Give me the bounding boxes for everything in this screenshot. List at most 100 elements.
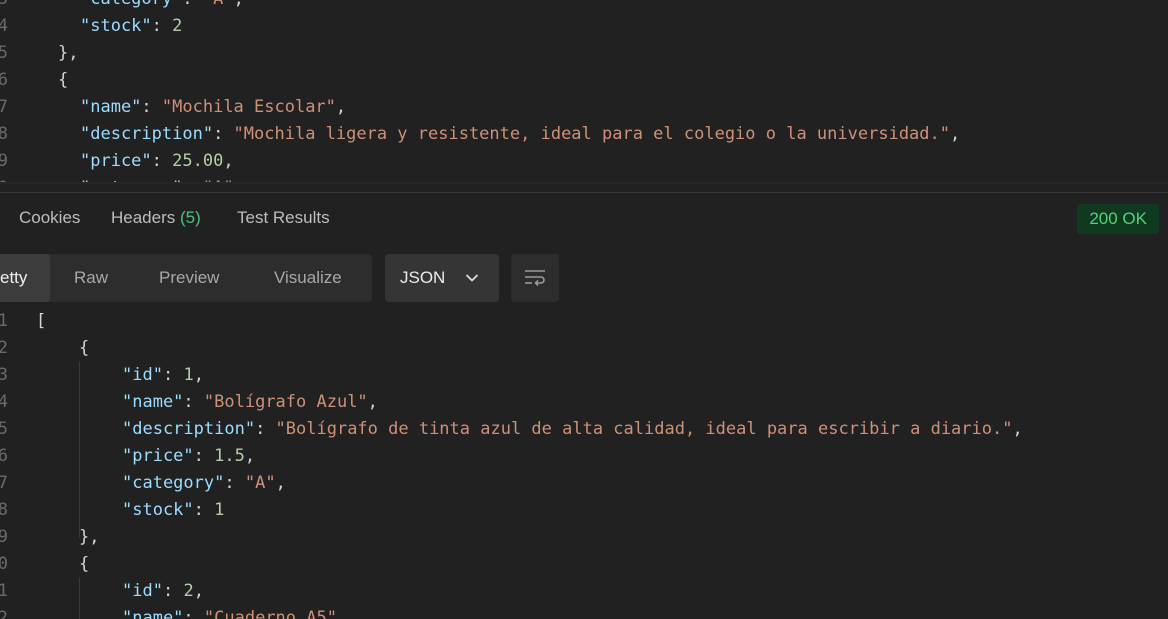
pane-divider[interactable] — [0, 192, 1168, 193]
json-punctuation: : — [182, 0, 202, 9]
code-text: "name": "Mochila Escolar", — [80, 94, 346, 121]
json-number: 2 — [183, 581, 194, 601]
json-bracket: { — [58, 70, 69, 90]
line-number: 8 — [0, 124, 8, 144]
view-mode-group: etty Raw Preview Visualize — [0, 254, 372, 302]
json-string: "Cuaderno A5" — [203, 608, 337, 619]
code-text: "category": "A", — [80, 0, 244, 13]
line-number: 7 — [0, 473, 8, 493]
code-text: "price": 1.5, — [122, 443, 255, 470]
line-number: 7 — [0, 97, 8, 117]
json-string: "Bolígrafo de tinta azul de alta calidad… — [275, 419, 1013, 439]
json-punctuation: , — [193, 365, 204, 385]
json-punctuation: : — [224, 473, 245, 493]
line-number: 0 — [0, 554, 8, 574]
json-punctuation: , — [234, 0, 244, 9]
json-string: "A" — [203, 0, 234, 9]
indent-guide — [79, 362, 80, 538]
code-text: "name": "Cuaderno A5", — [122, 605, 347, 619]
json-key: "price" — [80, 151, 152, 171]
json-bracket: }, — [79, 527, 100, 547]
json-key: "description" — [80, 124, 214, 144]
json-string: "Bolígrafo Azul" — [203, 392, 368, 412]
editor-scroll-edge — [0, 182, 1168, 184]
json-bracket: { — [79, 554, 90, 574]
json-key: "name" — [80, 97, 142, 117]
json-key: "stock" — [80, 16, 152, 36]
view-raw-button[interactable]: Raw — [74, 254, 108, 302]
code-text: }, — [58, 40, 78, 67]
format-select[interactable]: JSON — [385, 254, 499, 302]
line-number: 6 — [0, 446, 8, 466]
json-number: 1 — [183, 365, 194, 385]
line-number: 3 — [0, 365, 8, 385]
code-text: { — [58, 67, 68, 94]
code-text: [ — [36, 308, 46, 335]
view-preview-button[interactable]: Preview — [159, 254, 219, 302]
tab-headers[interactable]: Headers (5) — [111, 208, 201, 228]
json-number: 1.5 — [214, 446, 245, 466]
format-select-value: JSON — [400, 268, 446, 287]
line-number: 1 — [0, 581, 8, 601]
response-tabs: Cookies Headers (5) Test Results — [0, 196, 1168, 240]
json-punctuation: , — [336, 608, 348, 619]
wrap-lines-icon — [525, 270, 545, 287]
indent-guide — [79, 578, 80, 619]
wrap-lines-button[interactable] — [511, 254, 559, 302]
json-punctuation: : — [183, 608, 204, 619]
tab-headers-label: Headers — [111, 208, 176, 227]
json-number: 2 — [172, 16, 183, 36]
response-body-editor[interactable]: 1 [2 {3 "id": 1, 4 "name": "Bolígrafo Azul", 5… — [0, 308, 1168, 619]
line-number: 4 — [0, 392, 8, 412]
json-punctuation: : — [162, 365, 184, 385]
view-pretty-label: etty — [0, 268, 28, 287]
json-number: 25.00 — [172, 151, 224, 171]
code-text: "id": 2, — [122, 578, 204, 605]
json-punctuation: : — [183, 392, 204, 412]
json-bracket: }, — [58, 43, 79, 63]
json-key: "id" — [122, 365, 163, 385]
line-number: 9 — [0, 527, 8, 547]
json-key: "name" — [122, 392, 184, 412]
line-number: 4 — [0, 16, 8, 36]
json-punctuation: , — [193, 581, 204, 601]
code-text: { — [79, 551, 89, 578]
line-number: 5 — [0, 419, 8, 439]
code-text: "stock": 1 — [122, 497, 224, 524]
json-key: "category" — [122, 473, 225, 493]
json-key: "description" — [122, 419, 256, 439]
json-punctuation: , — [275, 473, 286, 493]
json-bracket: { — [79, 338, 90, 358]
code-text: "price": 25.00, — [80, 148, 234, 175]
json-number: 1 — [214, 500, 225, 520]
json-punctuation: , — [335, 97, 347, 117]
json-punctuation: : — [193, 500, 215, 520]
json-key: "category" — [80, 0, 182, 9]
request-body-editor[interactable]: 3 "category": "A", 4 "stock": 2 5}, 6 {7 "name"… — [0, 0, 1168, 184]
json-string: "Mochila Escolar" — [161, 97, 336, 117]
json-punctuation: , — [950, 124, 961, 144]
tab-test-results[interactable]: Test Results — [237, 208, 330, 228]
code-text: "id": 1, — [122, 362, 204, 389]
line-number: 1 — [0, 311, 8, 331]
line-number: 6 — [0, 70, 8, 90]
json-punctuation: : — [151, 151, 173, 171]
view-visualize-button[interactable]: Visualize — [274, 254, 342, 302]
view-pretty-button[interactable]: etty — [0, 254, 50, 302]
json-key: "price" — [122, 446, 194, 466]
code-text: "description": "Bolígrafo de tinta azul … — [122, 416, 1023, 443]
status-badge: 200 OK — [1077, 204, 1159, 234]
json-punctuation: : — [255, 419, 276, 439]
json-punctuation: , — [223, 151, 234, 171]
json-punctuation: : — [162, 581, 184, 601]
json-punctuation: , — [244, 446, 256, 466]
json-key: "id" — [122, 581, 163, 601]
code-text: "name": "Bolígrafo Azul", — [122, 389, 378, 416]
chevron-down-icon — [466, 274, 478, 282]
line-number: 9 — [0, 151, 8, 171]
json-punctuation: , — [367, 392, 378, 412]
line-number: 5 — [0, 43, 8, 63]
code-text: "description": "Mochila ligera y resiste… — [80, 121, 960, 148]
tab-cookies[interactable]: Cookies — [19, 208, 80, 228]
code-text: { — [79, 335, 89, 362]
